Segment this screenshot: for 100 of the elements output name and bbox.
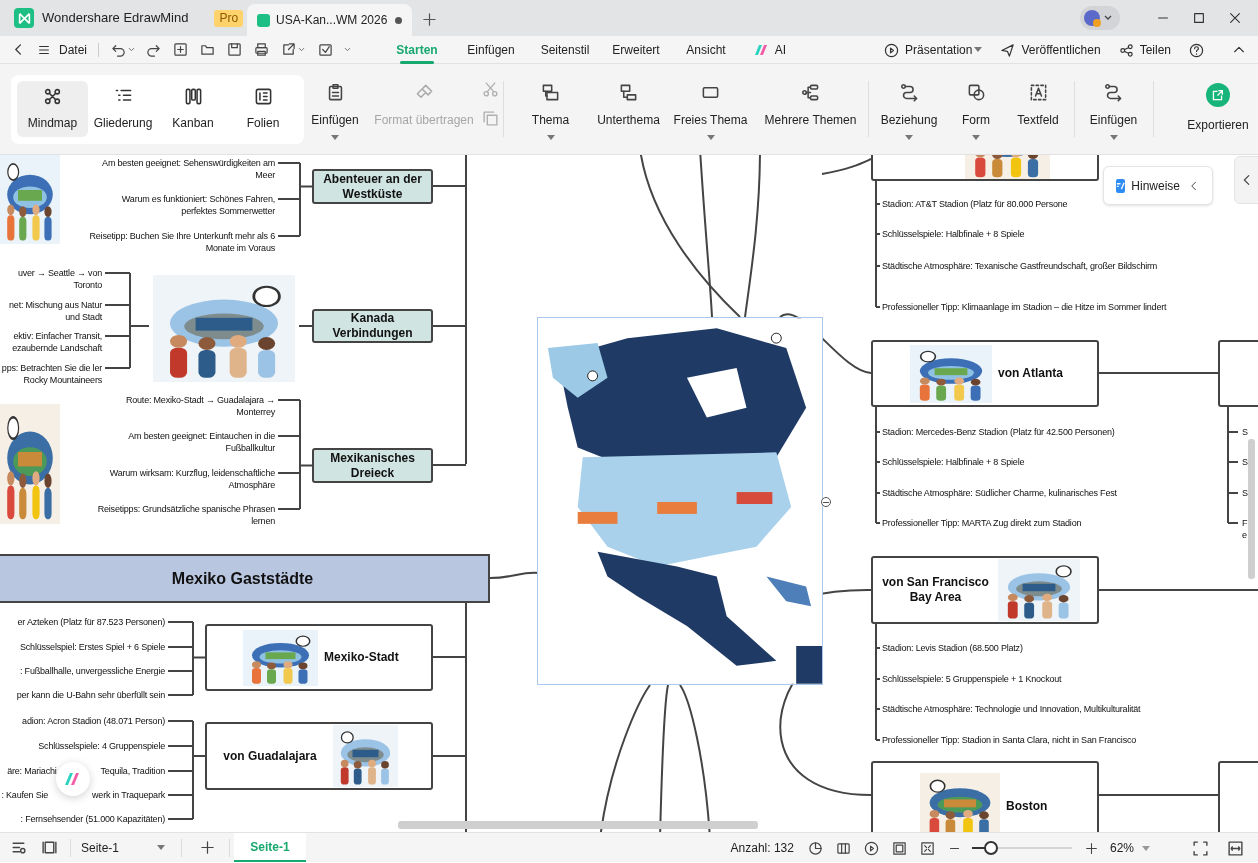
detail-text: Tequila, Tradition <box>100 765 165 777</box>
view-mode-tab[interactable]: Folien <box>228 81 298 137</box>
export-icon[interactable] <box>281 42 296 57</box>
panel-icon[interactable] <box>41 839 58 856</box>
redo-icon[interactable] <box>146 42 161 57</box>
caret-icon[interactable] <box>343 45 352 54</box>
help-icon[interactable] <box>1189 42 1204 58</box>
close-icon[interactable] <box>1228 11 1242 25</box>
toolbar-button[interactable]: Mehrere Themen <box>757 73 864 145</box>
ribbon-tab[interactable]: Erweitert <box>600 35 672 64</box>
text-box-icon <box>1028 83 1048 102</box>
detail-text: Am besten geeignet: Sehenswürdigkeiten am Meer <box>101 157 275 181</box>
detail-text: adion: Acron Stadion (48.071 Person) <box>22 715 165 727</box>
topic-node[interactable]: Abenteuer an der Westküste <box>312 169 433 204</box>
toolbar-button[interactable]: Thema <box>507 73 594 145</box>
detail-text: Städtische Atmosphäre: Technologie und Innovation, Multikulturalität <box>882 703 1142 715</box>
view-mode-tab[interactable]: Mindmap <box>17 81 88 137</box>
topic-node[interactable]: Boston <box>871 761 1099 832</box>
detail-text: S <box>1242 426 1249 438</box>
zoom-select[interactable]: 62% <box>1109 839 1150 857</box>
detail-text: pps: Betrachten Sie die ler Rocky Mountaineers <box>0 362 102 386</box>
maximize-icon[interactable] <box>1192 11 1206 25</box>
ai-logo-icon <box>64 772 82 786</box>
new-tab-icon[interactable] <box>422 12 437 27</box>
toolbar-button[interactable]: Beziehung <box>872 73 947 145</box>
document-tab[interactable]: USA-Kan...WM 2026 <box>247 4 412 36</box>
ribbon-tab[interactable]: Seitenstil <box>530 35 600 64</box>
document-icon <box>257 13 270 27</box>
add-page-icon[interactable] <box>200 840 215 855</box>
topic-node[interactable]: Kanada Verbindungen <box>312 309 433 343</box>
detail-text: äre: Mariachi <box>7 765 57 777</box>
caret-icon <box>1142 845 1150 851</box>
detail-text: Schlüsselspiele: Halbfinale + 8 Spiele <box>882 228 1026 240</box>
detail-text: ektiv: Einfacher Transit, ezaubernde Landschaft <box>11 330 102 354</box>
toolbar-button[interactable]: Exportieren <box>1177 73 1258 145</box>
save-icon[interactable] <box>227 42 242 57</box>
view-mode-tab[interactable]: Kanban <box>158 81 228 137</box>
toolbar-button[interactable]: Freies Thema <box>663 73 758 145</box>
caret-icon <box>974 47 983 53</box>
ribbon-tab[interactable]: Ansicht <box>672 35 740 64</box>
connector-line <box>821 158 872 175</box>
main-topic[interactable]: Mexiko Gaststädte <box>0 554 490 603</box>
account-button[interactable] <box>1080 6 1120 30</box>
topic-node[interactable]: Mexikanisches Dreieck <box>312 448 433 483</box>
detail-text: Reisetipp: Buchen Sie Ihre Unterkunft mehr als 6 Monate im Voraus <box>88 230 275 254</box>
caret-icon[interactable] <box>127 45 136 54</box>
detail-text: S <box>1242 487 1249 499</box>
folder-icon[interactable] <box>200 42 215 57</box>
expand-icon[interactable] <box>919 840 935 856</box>
send-icon <box>1000 42 1016 58</box>
fit-icon[interactable] <box>891 840 907 856</box>
fullscreen-icon[interactable] <box>1192 839 1209 857</box>
detail-text: : Fußballhalle, unvergessliche Energie <box>20 665 165 677</box>
undo-icon[interactable] <box>111 42 126 57</box>
topic-node[interactable]: von Guadalajara <box>205 722 433 790</box>
detail-text: werk in Traquepark <box>92 789 165 801</box>
new-file-icon[interactable] <box>173 42 188 57</box>
ribbon-tab[interactable]: Einfügen <box>452 35 530 64</box>
caret-icon <box>972 135 981 140</box>
print-icon[interactable] <box>254 42 269 57</box>
view-mode-tab[interactable]: Gliederung <box>88 81 158 137</box>
detail-text: Schlüsselspiele: 5 Gruppenspiele + 1 Knockout <box>882 673 1063 685</box>
share-icon <box>1118 42 1134 58</box>
toolbar-button[interactable]: Veröffentlichen <box>1000 41 1101 59</box>
caret-icon <box>905 135 914 140</box>
toolbar-button[interactable]: Teilen <box>1118 41 1171 59</box>
zoom-in-icon[interactable] <box>1084 841 1098 855</box>
shapes-icon <box>966 83 986 102</box>
slider-thumb[interactable] <box>983 841 998 855</box>
fit-width-icon[interactable] <box>1227 839 1244 857</box>
scrollbar-thumb[interactable] <box>398 821 758 829</box>
toolbar-button[interactable]: Unterthema <box>593 73 664 145</box>
play-icon[interactable] <box>863 840 879 856</box>
ai-assistant-button[interactable] <box>56 762 90 796</box>
toolbar-button[interactable]: Form <box>946 73 1007 145</box>
caret-icon <box>331 135 339 140</box>
notes-icon <box>1116 178 1126 193</box>
file-menu[interactable]: Datei <box>59 40 87 59</box>
toolbar-button[interactable]: Textfeld <box>1006 73 1071 145</box>
side-panel-toggle[interactable] <box>1234 156 1258 204</box>
detail-text: Städtische Atmosphäre: Südlicher Charme, kulinarisches Fest <box>882 487 1118 499</box>
hints-button[interactable]: Hinweise <box>1103 166 1213 205</box>
detail-text: S <box>1242 456 1249 468</box>
detail-text: Schlüsselspiele: 4 Gruppenspiele <box>38 740 165 752</box>
checkbox-icon[interactable] <box>318 42 333 57</box>
caret-icon[interactable] <box>297 45 306 54</box>
toolbar-button[interactable]: Einfügen <box>304 73 366 145</box>
detail-text: uver → Seattle → von Toronto <box>16 267 102 291</box>
topic-node[interactable]: von Atlanta <box>871 340 1099 407</box>
ribbon-tab[interactable]: AI <box>740 35 800 64</box>
page-select[interactable]: Seite-1 <box>73 834 173 861</box>
toolbar-button[interactable]: Einfügen <box>1078 73 1149 145</box>
topic-node[interactable]: von San Francisco Bay Area <box>871 556 1099 624</box>
topic-node[interactable]: Mexiko-Stadt <box>205 624 433 691</box>
detail-text: Am besten geeignet: Eintauchen in die Fußballkultur <box>127 430 275 454</box>
toolbar-button[interactable]: Präsentation <box>884 41 983 59</box>
detail-text: Schlüsselspiele: Halbfinale + 8 Spiele <box>882 456 1026 468</box>
collapse-toggle-icon[interactable] <box>821 497 831 507</box>
scrollbar-thumb[interactable] <box>1248 439 1255 579</box>
detail-text: Stadion: Mercedes-Benz Stadion (Platz für 42.500 Personen) <box>882 426 1116 438</box>
